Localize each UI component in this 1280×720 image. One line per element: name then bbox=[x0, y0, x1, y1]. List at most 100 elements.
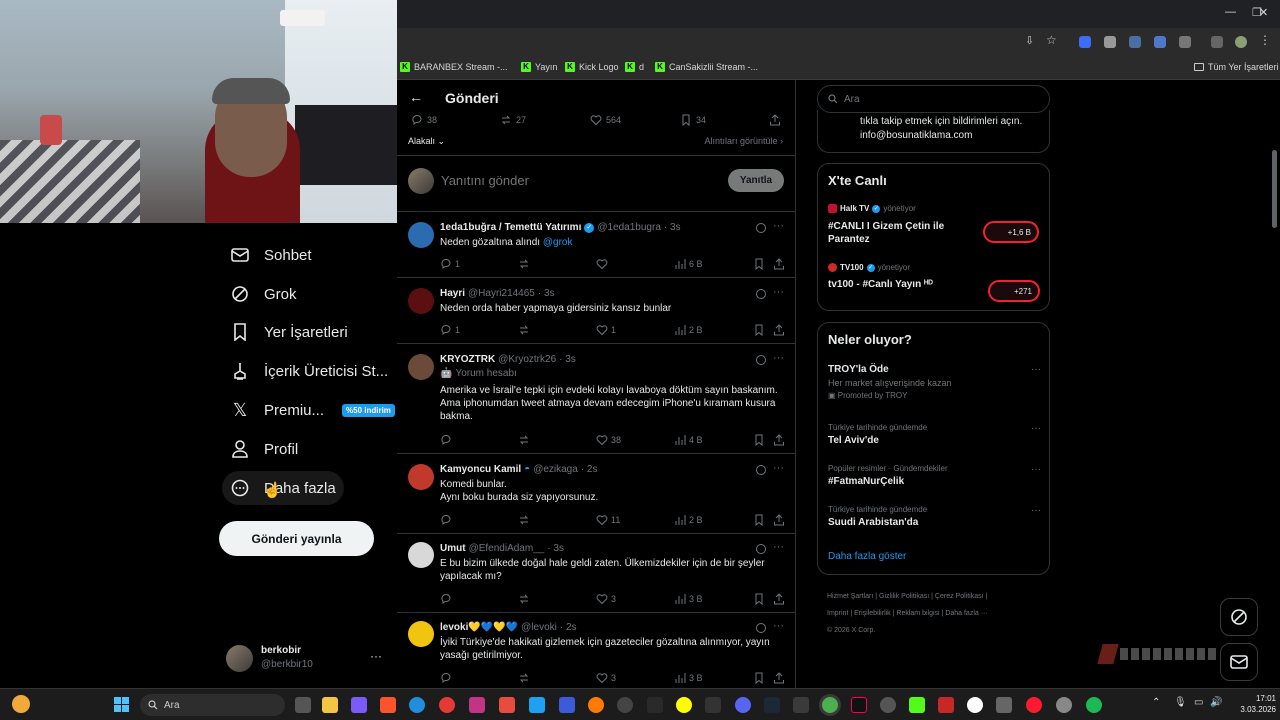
messages-float-button[interactable] bbox=[1220, 643, 1258, 681]
reply-action[interactable] bbox=[440, 434, 452, 446]
task-view-icon[interactable] bbox=[295, 697, 311, 713]
more-icon[interactable]: ··· bbox=[773, 286, 784, 298]
yandex-icon[interactable] bbox=[967, 697, 983, 713]
share-action[interactable] bbox=[773, 434, 785, 446]
views-action[interactable]: 2 B bbox=[674, 514, 703, 526]
steam-icon[interactable] bbox=[764, 697, 780, 713]
repost-action[interactable] bbox=[518, 672, 530, 684]
bookmark-action[interactable] bbox=[753, 258, 765, 270]
shield-icon[interactable] bbox=[1104, 36, 1116, 48]
app-icon[interactable] bbox=[499, 697, 515, 713]
sort-dropdown[interactable]: Alakalı ⌄ bbox=[408, 136, 445, 147]
network-icon[interactable]: ▭ bbox=[1194, 697, 1203, 708]
reply-action[interactable] bbox=[440, 593, 452, 605]
all-bookmarks[interactable]: Tüm Yer İşaretleri bbox=[1194, 62, 1279, 72]
bookmark-item[interactable]: K Kick Logo bbox=[565, 62, 619, 72]
bookmark-action[interactable] bbox=[753, 324, 765, 336]
more-icon[interactable]: ··· bbox=[370, 649, 382, 663]
live-host[interactable]: TV100 ✓ yönetiyor bbox=[828, 263, 910, 272]
views-action[interactable]: 6 B bbox=[674, 258, 703, 270]
more-icon[interactable]: ··· bbox=[1031, 505, 1041, 516]
chevron-up-icon[interactable]: ⌃ bbox=[1152, 697, 1160, 708]
edge-icon[interactable] bbox=[409, 697, 425, 713]
views-action[interactable]: 4 B bbox=[674, 434, 703, 446]
views-action[interactable]: 3 B bbox=[674, 672, 703, 684]
footer-link[interactable]: Çerez Politikası bbox=[935, 593, 984, 600]
author-name[interactable]: Umut bbox=[440, 543, 466, 554]
grok-icon[interactable] bbox=[756, 544, 766, 554]
reply-button[interactable]: Yanıtla bbox=[728, 169, 784, 192]
clock[interactable]: 17:01 3.03.2026 bbox=[1231, 693, 1276, 715]
bookmark-item[interactable]: K BARANBEX Stream -... bbox=[400, 62, 508, 72]
app-icon[interactable] bbox=[880, 697, 896, 713]
nav-grok[interactable]: Grok bbox=[222, 277, 305, 311]
like-action[interactable]: 1 bbox=[596, 324, 616, 336]
like-action[interactable]: 3 bbox=[596, 672, 616, 684]
grok-icon[interactable] bbox=[756, 289, 766, 299]
author-name[interactable]: levoki💛💙💛💙 bbox=[440, 622, 518, 633]
show-more-link[interactable]: Daha fazla göster bbox=[828, 551, 906, 562]
more-icon[interactable]: ··· bbox=[1031, 423, 1041, 434]
opera-icon[interactable] bbox=[1026, 697, 1042, 713]
spotify-icon[interactable] bbox=[1086, 697, 1102, 713]
playlist-icon[interactable] bbox=[1211, 36, 1223, 48]
app-icon[interactable] bbox=[1056, 697, 1072, 713]
repost-action[interactable] bbox=[518, 593, 530, 605]
nav-chat[interactable]: Sohbet bbox=[222, 238, 320, 272]
more-icon[interactable]: ··· bbox=[773, 541, 784, 553]
reply-count[interactable]: 38 bbox=[411, 114, 437, 126]
more-icon[interactable]: ··· bbox=[1031, 464, 1041, 475]
kick-icon[interactable] bbox=[909, 697, 925, 713]
chrome-icon[interactable] bbox=[822, 697, 838, 713]
reply-action[interactable]: 1 bbox=[440, 258, 460, 270]
trend-item[interactable]: Türkiye tarihinde gündemde Suudi Arabist… bbox=[828, 505, 1041, 528]
like-count[interactable]: 564 bbox=[590, 114, 621, 126]
minimize-icon[interactable]: — bbox=[1225, 6, 1236, 18]
nav-creator-studio[interactable]: İçerik Üreticisi St... bbox=[222, 354, 396, 388]
app-icon[interactable] bbox=[351, 697, 367, 713]
reply-item[interactable]: Hayri @Hayri214465 · 3s ··· Neden orda h… bbox=[397, 277, 795, 344]
repost-count[interactable]: 27 bbox=[500, 114, 526, 126]
volume-icon[interactable]: 🔊 bbox=[1210, 697, 1222, 708]
snapchat-icon[interactable] bbox=[676, 697, 692, 713]
like-action[interactable] bbox=[596, 258, 608, 270]
extension-icon[interactable] bbox=[1079, 36, 1091, 48]
bookmark-action[interactable] bbox=[753, 672, 765, 684]
close-window-icon[interactable]: ✕ bbox=[1259, 6, 1268, 19]
nav-bookmarks[interactable]: Yer İşaretleri bbox=[222, 315, 356, 349]
footer-link[interactable]: Hizmet Şartları bbox=[827, 593, 873, 600]
puzzle-icon[interactable] bbox=[1179, 36, 1191, 48]
post-button[interactable]: Gönderi yayınla bbox=[219, 521, 374, 556]
more-icon[interactable]: ··· bbox=[773, 220, 784, 232]
reply-item[interactable]: KRYOZTRK @Kryoztrk26 · 3s ··· 🤖 Yorum hes… bbox=[397, 343, 795, 453]
trend-item[interactable]: Türkiye tarihinde gündemde Tel Aviv'de ·… bbox=[828, 423, 1041, 446]
share-icon[interactable] bbox=[769, 114, 781, 126]
nav-premium[interactable]: 𝕏 Premiu... %50 indirim bbox=[222, 393, 403, 427]
views-action[interactable]: 2 B bbox=[674, 324, 703, 336]
install-icon[interactable]: ⇩ bbox=[1025, 34, 1034, 47]
share-action[interactable] bbox=[773, 258, 785, 270]
more-icon[interactable]: ··· bbox=[773, 462, 784, 474]
share-action[interactable] bbox=[773, 593, 785, 605]
grok-icon[interactable] bbox=[756, 465, 766, 475]
trend-item[interactable]: TROY'la Öde Her market alışverişinde kaz… bbox=[828, 364, 1041, 400]
author-name[interactable]: Kamyoncu Kamil bbox=[440, 464, 521, 475]
mention-link[interactable]: @grok bbox=[543, 237, 573, 248]
taskbar-search[interactable]: Ara bbox=[140, 694, 285, 716]
bookmark-action[interactable] bbox=[753, 593, 765, 605]
footer-link[interactable]: Daha fazla ··· bbox=[945, 610, 987, 617]
live-title[interactable]: #CANLI I Gizem Çetin ile Parantez bbox=[828, 220, 978, 246]
epic-games-icon[interactable] bbox=[647, 697, 663, 713]
file-explorer-icon[interactable] bbox=[322, 697, 338, 713]
extension-icon[interactable] bbox=[1154, 36, 1166, 48]
author-name[interactable]: KRYOZTRK bbox=[440, 354, 495, 365]
app-icon[interactable] bbox=[588, 697, 604, 713]
more-icon[interactable]: ··· bbox=[1031, 364, 1041, 375]
widgets-icon[interactable] bbox=[12, 695, 30, 713]
repost-action[interactable] bbox=[518, 434, 530, 446]
windows-start-icon[interactable] bbox=[114, 697, 130, 713]
more-icon[interactable]: ··· bbox=[773, 352, 784, 364]
nav-more[interactable]: Daha fazla bbox=[222, 471, 344, 505]
grok-icon[interactable] bbox=[756, 623, 766, 633]
footer-link[interactable]: Imprint bbox=[827, 610, 848, 617]
